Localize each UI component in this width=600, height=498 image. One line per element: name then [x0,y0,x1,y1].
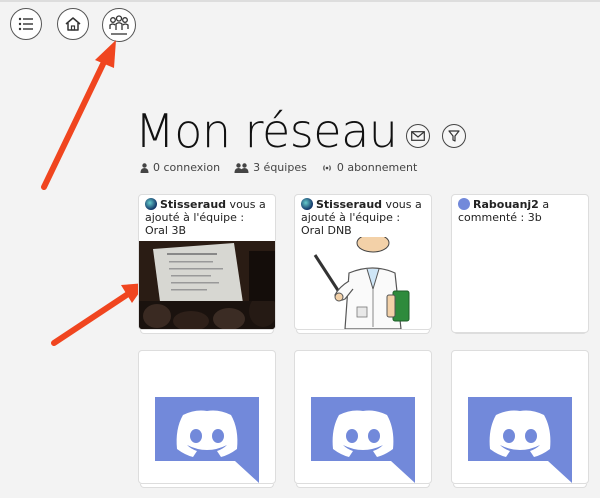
person-icon [140,162,149,173]
network-icon [109,15,129,35]
card-stack-edge [140,330,274,334]
card-stack-edge [296,330,430,334]
activity-card-2[interactable]: Stisseraud vous a ajouté à l'équipe : Or… [294,194,432,330]
discord-icon [155,397,259,483]
teacher-illustration [313,237,410,329]
arrow-to-first-card [51,283,146,346]
connections-label: 0 connexion [153,161,221,174]
discord-logo [295,383,431,483]
discord-logo [452,383,588,483]
envelope-icon [411,131,425,141]
user-avatar [145,198,157,210]
card-3-user[interactable]: Rabouanj2 [473,198,539,211]
teams-stat[interactable]: 3 équipes [234,161,307,174]
card-1-photo [139,241,275,329]
broadcast-icon [323,164,331,171]
network-button[interactable] [102,8,136,42]
card-stack-edge [140,484,274,488]
arrow-to-network-icon [41,40,116,190]
discord-icon [468,397,572,483]
group-icon [234,162,249,173]
discord-icon [311,397,415,483]
filter-button[interactable] [442,124,466,148]
subscriptions-label: 0 abonnement [336,161,418,174]
user-avatar [458,198,470,210]
activity-card-4[interactable] [138,350,276,484]
home-button[interactable] [57,8,89,40]
activity-card-5[interactable] [294,350,432,484]
card-1-text: Stisseraud vous a ajouté à l'équipe : Or… [139,195,275,237]
activity-card-1[interactable]: Stisseraud vous a ajouté à l'équipe : Or… [138,194,276,330]
filter-icon [448,130,460,142]
connections-stat[interactable]: 0 connexion [140,161,220,174]
card-2-text: Stisseraud vous a ajouté à l'équipe : Or… [295,195,431,237]
activity-card-6[interactable] [451,350,589,484]
card-stack-edge [296,484,430,488]
activity-card-3[interactable]: Rabouanj2 a commenté : 3b [451,194,589,333]
user-avatar [301,198,313,210]
card-2-user[interactable]: Stisseraud [316,198,382,211]
teams-label: 3 équipes [253,161,307,174]
top-divider [0,0,600,2]
home-icon [65,17,81,31]
message-button[interactable] [406,124,430,148]
card-3-text: Rabouanj2 a commenté : 3b [452,195,588,224]
subscriptions-stat[interactable]: 0 abonnement [321,161,417,174]
network-stats: 0 connexion 3 équipes 0 abonnement [140,161,417,174]
menu-button[interactable] [10,8,42,40]
card-1-user[interactable]: Stisseraud [160,198,226,211]
list-icon [18,17,33,31]
card-stack-edge [453,484,587,488]
discord-logo [139,383,275,483]
page-title: Mon réseau [135,104,398,158]
